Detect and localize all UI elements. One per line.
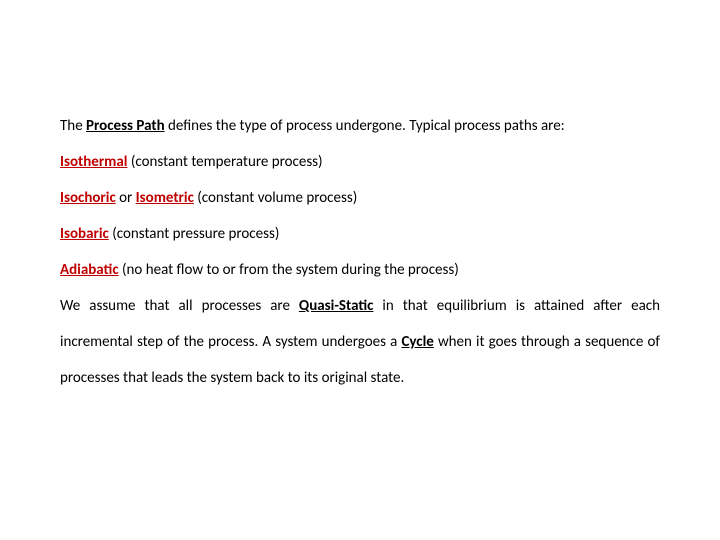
intro-suffix: defines the type of process undergone. T… xyxy=(165,117,565,135)
isochoric-desc: (constant volume process) xyxy=(194,189,357,207)
cycle-term: Cycle xyxy=(401,333,433,351)
adiabatic-desc: (no heat flow to or from the system duri… xyxy=(119,261,459,279)
document-page: The Process Path defines the type of pro… xyxy=(0,0,720,540)
isothermal-term: Isothermal xyxy=(60,153,127,171)
isobaric-term: Isobaric xyxy=(60,225,109,243)
body-text: The Process Path defines the type of pro… xyxy=(60,108,660,396)
quasi-static-term: Quasi-Static xyxy=(299,297,373,315)
isometric-term: Isometric xyxy=(136,189,194,207)
process-path-term: Process Path xyxy=(86,117,165,135)
or-text: or xyxy=(116,189,136,207)
closing-a: We assume that all processes are xyxy=(60,297,299,315)
isobaric-desc: (constant pressure process) xyxy=(109,225,280,243)
intro-prefix: The xyxy=(60,117,86,135)
isothermal-desc: (constant temperature process) xyxy=(127,153,322,171)
isochoric-term: Isochoric xyxy=(60,189,116,207)
adiabatic-term: Adiabatic xyxy=(60,261,119,279)
